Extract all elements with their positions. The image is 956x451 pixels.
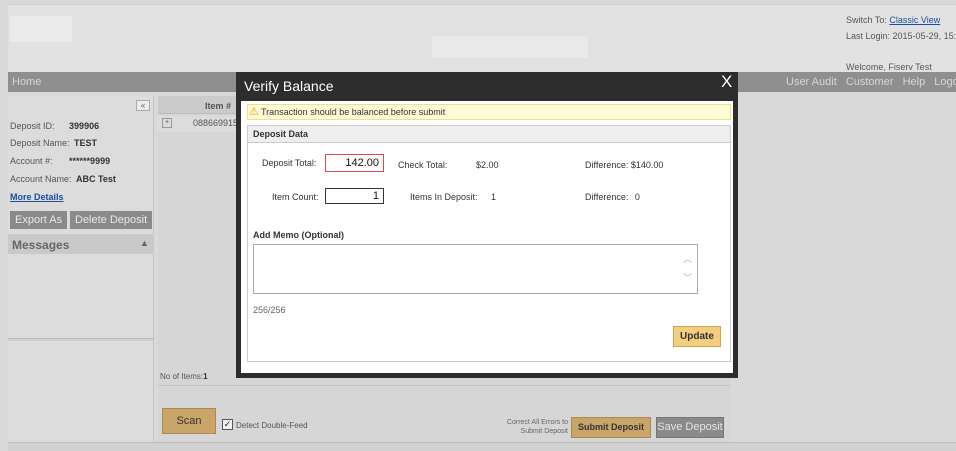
more-details-link[interactable]: More Details bbox=[10, 192, 64, 202]
check-total-value: $2.00 bbox=[476, 160, 499, 170]
difference-label-text: Difference: bbox=[585, 160, 629, 170]
last-login: Last Login: 2015-05-29, 15:5 bbox=[846, 31, 956, 41]
difference-count-label-text: Difference: bbox=[585, 192, 629, 202]
nav-help[interactable]: Help bbox=[903, 76, 926, 88]
scan-button[interactable]: Scan bbox=[162, 408, 216, 434]
scroll-up-icon[interactable]: ︿ bbox=[683, 252, 692, 265]
divider bbox=[158, 385, 730, 386]
deposit-name-value: TEST bbox=[74, 138, 98, 148]
difference-count-label: Difference: 0 bbox=[585, 192, 640, 202]
scroll-down-icon[interactable]: ﹀ bbox=[683, 271, 692, 284]
nav-home[interactable]: Home bbox=[12, 76, 41, 88]
item-count-footer: No of Items:1 bbox=[160, 372, 208, 381]
items-in-deposit-value: 1 bbox=[491, 192, 497, 202]
difference-value: $140.00 bbox=[630, 160, 664, 170]
deposit-name-label: Deposit Name: bbox=[10, 138, 70, 148]
deposit-total-input[interactable]: 142.00 bbox=[325, 154, 384, 172]
deposit-name-row: Deposit Name: TEST bbox=[10, 138, 97, 148]
delete-deposit-button[interactable]: Delete Deposit bbox=[70, 211, 153, 229]
account-num-label: Account #: bbox=[10, 156, 53, 166]
difference-count-value: 0 bbox=[634, 192, 640, 202]
account-num-value: ******9999 bbox=[69, 156, 111, 166]
memo-char-count: 256/256 bbox=[253, 305, 286, 315]
welcome-text: Welcome, Fiserv Test bbox=[846, 62, 932, 72]
account-name-label: Account Name: bbox=[10, 174, 72, 184]
item-number-cell: 088669915 bbox=[193, 118, 239, 128]
deposit-id-row: Deposit ID: 399906 bbox=[10, 121, 99, 131]
account-name-row: Account Name: ABC Test bbox=[10, 174, 116, 184]
logo-placeholder bbox=[10, 16, 72, 42]
memo-textarea[interactable] bbox=[253, 244, 698, 294]
item-count-input[interactable]: 1 bbox=[325, 188, 384, 204]
deposit-id-label: Deposit ID: bbox=[10, 121, 55, 131]
item-count-label: Item Count: bbox=[272, 192, 319, 202]
account-num-row: Account #: ******9999 bbox=[10, 156, 110, 166]
header-banner-placeholder bbox=[432, 36, 588, 58]
nav-logout[interactable]: Logo bbox=[934, 76, 956, 88]
submit-deposit-button[interactable]: Submit Deposit bbox=[571, 417, 651, 438]
check-total-label: Check Total: bbox=[398, 160, 448, 170]
warning-icon: ⚠ bbox=[249, 106, 259, 118]
deposit-data-header bbox=[248, 126, 730, 143]
switch-view: Switch To: Classic View bbox=[846, 15, 940, 25]
no-of-items-label: No of Items: bbox=[160, 372, 204, 381]
memo-label: Add Memo (Optional) bbox=[253, 230, 344, 240]
detect-double-feed-label: Detect Double-Feed bbox=[236, 421, 308, 430]
nav-customer[interactable]: Customer bbox=[846, 76, 894, 88]
deposit-total-label: Deposit Total: bbox=[262, 158, 317, 168]
item-column-header[interactable]: Item # bbox=[205, 101, 231, 111]
nav-user-audit[interactable]: User Audit bbox=[786, 76, 837, 88]
export-as-button[interactable]: Export As bbox=[10, 211, 68, 229]
deposit-data-title: Deposit Data bbox=[253, 129, 309, 139]
correct-errors-hint: Correct All Errors to Submit Deposit bbox=[506, 419, 568, 435]
close-icon[interactable]: X bbox=[721, 72, 732, 92]
account-name-value: ABC Test bbox=[76, 174, 116, 184]
collapse-sidebar-icon[interactable]: « bbox=[136, 100, 150, 111]
expand-row-icon[interactable]: + bbox=[162, 118, 172, 128]
difference-label: Difference: $140.00 bbox=[585, 160, 663, 170]
collapse-up-icon[interactable]: ▲ bbox=[140, 238, 149, 248]
classic-view-link[interactable]: Classic View bbox=[889, 15, 940, 25]
sidebar-resize-handle[interactable] bbox=[8, 338, 154, 341]
no-of-items-value: 1 bbox=[203, 372, 208, 381]
update-button[interactable]: Update bbox=[673, 326, 721, 347]
messages-title: Messages bbox=[12, 238, 70, 252]
warning-text: Transaction should be balanced before su… bbox=[261, 107, 446, 117]
nav-right-menu: User Audit Customer Help Logo bbox=[786, 76, 956, 88]
deposit-id-value: 399906 bbox=[69, 121, 100, 131]
detect-double-feed-checkbox[interactable]: ✓ bbox=[222, 419, 233, 430]
dialog-title: Verify Balance bbox=[244, 78, 334, 94]
bottom-status-strip bbox=[8, 442, 956, 451]
switch-to-label: Switch To: bbox=[846, 15, 887, 25]
items-in-deposit-label: Items In Deposit: bbox=[410, 192, 478, 202]
save-deposit-button[interactable]: Save Deposit bbox=[656, 417, 724, 438]
